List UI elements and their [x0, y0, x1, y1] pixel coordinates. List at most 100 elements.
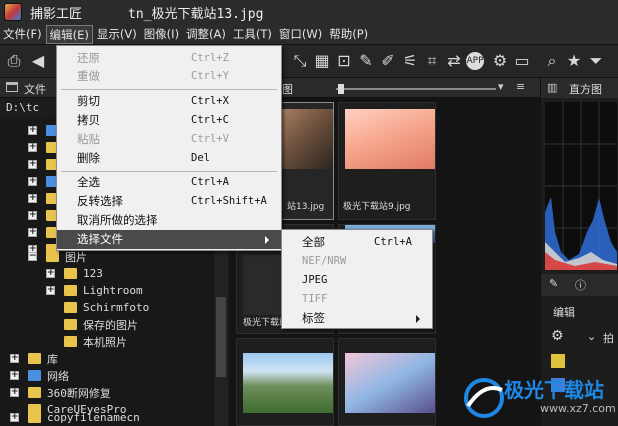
- star-icon[interactable]: ★: [564, 51, 584, 71]
- crop-frame-icon[interactable]: ⊡: [334, 51, 354, 71]
- tree-item-saved-pictures[interactable]: 保存的图片: [64, 316, 138, 333]
- tree-label: copyfilenamecn: [47, 411, 140, 424]
- submenu-item-tiff[interactable]: TIFF: [282, 290, 432, 309]
- expand-icon[interactable]: +: [28, 177, 37, 186]
- expand-icon[interactable]: +: [10, 388, 19, 397]
- filter-icon[interactable]: ⏷: [586, 51, 606, 71]
- panel-menu-icon[interactable]: ≡: [516, 80, 525, 93]
- expand-icon[interactable]: +: [28, 211, 37, 220]
- menu-item-label: 取消所做的选择: [77, 213, 158, 227]
- adjust-icon[interactable]: ⚟: [400, 51, 420, 71]
- menu-item-label: 标签: [302, 311, 325, 325]
- menu-help[interactable]: 帮助(P): [326, 25, 371, 44]
- expand-icon[interactable]: +: [28, 143, 37, 152]
- menu-item-label: 剪切: [77, 94, 100, 108]
- tree-item-library[interactable]: + 库: [10, 350, 58, 367]
- menu-item-label: 还原: [77, 51, 100, 65]
- menu-item-paste[interactable]: 粘贴 Ctrl+V: [57, 130, 281, 149]
- tree-item-copyfilename[interactable]: + copyfilenamecn: [10, 409, 140, 426]
- menu-tools[interactable]: 工具(T): [230, 25, 275, 44]
- menu-adjust[interactable]: 调整(A): [183, 25, 229, 44]
- menu-item-delete[interactable]: 删除 Del: [57, 149, 281, 168]
- menu-item-label: JPEG: [302, 274, 328, 286]
- menu-image[interactable]: 图像(I): [141, 25, 182, 44]
- menu-window[interactable]: 窗口(W): [276, 25, 325, 44]
- menu-item-copy[interactable]: 拷贝 Ctrl+C: [57, 111, 281, 130]
- tree-item-lightroom[interactable]: + Lightroom: [46, 282, 143, 299]
- tree-label: 本机照片: [83, 335, 127, 349]
- submenu-item-nef[interactable]: NEF/NRW: [282, 252, 432, 271]
- edit-tab-icon[interactable]: ✎: [549, 277, 558, 290]
- dropdown-arrow-icon[interactable]: ▾: [498, 80, 504, 93]
- tree-item-123[interactable]: +123: [46, 265, 103, 282]
- submenu-item-jpeg[interactable]: JPEG: [282, 271, 432, 290]
- share-icon[interactable]: ⇄: [444, 51, 464, 71]
- expand-icon[interactable]: +: [10, 371, 19, 380]
- submenu-item-all[interactable]: 全部 Ctrl+A: [282, 233, 432, 252]
- slider-knob[interactable]: [338, 84, 344, 94]
- menu-item-undo[interactable]: 还原 Ctrl+Z: [57, 49, 281, 68]
- resize-icon[interactable]: ⤡: [290, 51, 310, 71]
- network-icon: [28, 370, 41, 381]
- expand-icon[interactable]: +: [28, 126, 37, 135]
- menu-item-label: 粘贴: [77, 132, 100, 146]
- menu-item-select-file[interactable]: 选择文件: [57, 230, 281, 249]
- menu-item-label: 选择文件: [77, 232, 123, 246]
- menu-item-label: NEF/NRW: [302, 255, 347, 267]
- scrollbar-thumb[interactable]: [216, 297, 226, 377]
- folder-icon: [64, 268, 77, 279]
- tree-label: 360断网修复: [47, 386, 111, 400]
- histogram-chart: [545, 102, 617, 270]
- expand-icon[interactable]: +: [10, 413, 19, 422]
- menu-item-redo[interactable]: 重做 Ctrl+Y: [57, 67, 281, 86]
- menu-item-deselect[interactable]: 取消所做的选择: [57, 211, 281, 230]
- thumbnail-size-slider[interactable]: [336, 88, 496, 90]
- tree-item-schirmfoto[interactable]: Schirmfoto: [64, 299, 149, 316]
- thumbnail-item[interactable]: [338, 338, 436, 426]
- window-title-file: tn_极光下载站13.jpg: [128, 6, 264, 22]
- menu-item-shortcut: Ctrl+Shift+A: [191, 195, 267, 207]
- menu-item-invert-selection[interactable]: 反转选择 Ctrl+Shift+A: [57, 192, 281, 211]
- menu-bar: 文件(F) 编辑(E) 显示(V) 图像(I) 调整(A) 工具(T) 窗口(W…: [0, 24, 618, 45]
- menu-item-shortcut: Ctrl+X: [191, 95, 229, 107]
- crop-icon[interactable]: ⌗: [422, 51, 442, 71]
- print-icon[interactable]: ⎙: [4, 51, 24, 71]
- exposure-icon[interactable]: [551, 354, 565, 368]
- thumbnail-item[interactable]: 极光下载站9.jpg: [338, 102, 436, 220]
- dropdown-arrow-icon[interactable]: ⌄: [587, 330, 596, 343]
- expand-icon[interactable]: +: [28, 228, 37, 237]
- expand-icon[interactable]: +: [10, 354, 19, 363]
- expand-icon[interactable]: +: [28, 194, 37, 203]
- menu-separator: [61, 171, 277, 172]
- menu-item-shortcut: Ctrl+V: [191, 133, 229, 145]
- info-tab-icon[interactable]: ⓘ: [575, 277, 586, 293]
- menu-file[interactable]: 文件(F): [0, 25, 45, 44]
- menu-edit[interactable]: 编辑(E): [45, 24, 93, 44]
- menu-item-label: TIFF: [302, 293, 328, 305]
- back-arrow-icon[interactable]: ◀: [28, 51, 48, 71]
- menu-item-select-all[interactable]: 全选 Ctrl+A: [57, 173, 281, 192]
- expand-icon[interactable]: +: [28, 160, 37, 169]
- menu-view[interactable]: 显示(V): [94, 25, 140, 44]
- expand-icon[interactable]: +: [46, 269, 55, 278]
- thumbnail-caption: 极光下载站9.jpg: [343, 202, 411, 212]
- menu-item-label: 全部: [302, 235, 325, 249]
- collapse-icon[interactable]: −: [28, 252, 37, 261]
- monitor-icon[interactable]: ▭: [512, 51, 532, 71]
- tree-item-network[interactable]: + 网络: [10, 367, 69, 384]
- tree-item-360[interactable]: +360断网修复: [10, 384, 111, 401]
- gear-icon[interactable]: ⚙: [551, 328, 564, 344]
- app-icon[interactable]: APP: [466, 52, 484, 70]
- grid-view-icon[interactable]: ▦: [312, 51, 332, 71]
- settings-slider-icon[interactable]: ⚙: [490, 51, 510, 71]
- submenu-item-labels[interactable]: 标签: [282, 309, 432, 328]
- thumbnail-image: [345, 109, 435, 169]
- tree-item-local-photos[interactable]: 本机照片: [64, 333, 127, 350]
- brush-icon[interactable]: ✐: [378, 51, 398, 71]
- expand-icon[interactable]: +: [46, 286, 55, 295]
- thumbnail-item[interactable]: [236, 338, 334, 426]
- tree-label: Lightroom: [83, 284, 143, 297]
- menu-item-cut[interactable]: 剪切 Ctrl+X: [57, 92, 281, 111]
- search-icon[interactable]: ⌕: [542, 51, 562, 71]
- pen-icon[interactable]: ✎: [356, 51, 376, 71]
